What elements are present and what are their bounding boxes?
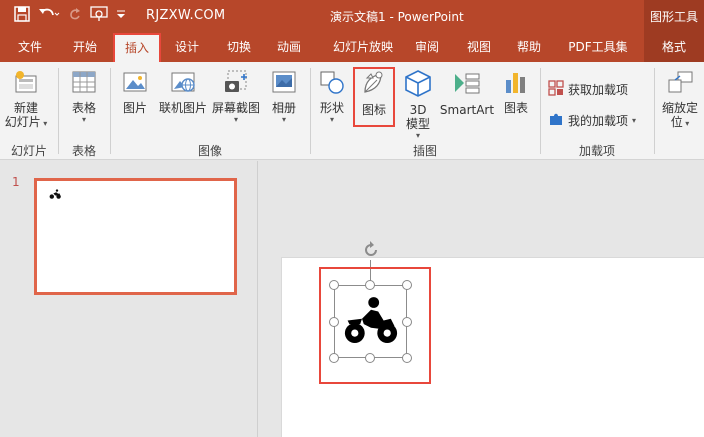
resize-handle-top[interactable] <box>365 280 375 290</box>
tab-animations[interactable]: 动画 <box>268 32 310 62</box>
resize-handle-bottom-left[interactable] <box>329 353 339 363</box>
slide-thumbnail[interactable] <box>34 178 237 295</box>
separator <box>110 68 111 154</box>
group-addins-label: 加载项 <box>578 144 615 158</box>
new-slide-label: 新建 <box>13 101 38 115</box>
window-title: 演示文稿1 - PowerPoint <box>330 10 464 24</box>
resize-handle-right[interactable] <box>402 317 412 327</box>
tab-file[interactable]: 文件 <box>10 32 50 62</box>
tab-help[interactable]: 帮助 <box>508 32 550 62</box>
slide-number: 1 <box>12 175 20 189</box>
online-picture-label: 联机图片 <box>158 101 207 115</box>
store-icon <box>548 80 564 99</box>
online-picture-button[interactable]: 联机图片 <box>156 68 210 115</box>
screenshot-icon <box>210 68 262 99</box>
motorcycle-icon <box>344 297 398 347</box>
shapes-button[interactable]: 形状 ▾ <box>314 68 350 125</box>
rotate-handle-icon[interactable] <box>361 240 381 263</box>
quick-access-toolbar <box>14 6 126 22</box>
3d-model-label2: 模型 <box>405 117 430 131</box>
group-slides-label: 幻灯片 <box>10 144 47 158</box>
3d-model-label: 3D <box>409 103 427 117</box>
ribbon-panel: 新建 幻灯片 ▾ 幻灯片 表格 ▾ 表格 图片 联机图片 屏幕截图 ▾ 相册 ▾… <box>0 62 704 160</box>
separator <box>58 68 59 154</box>
drawing-tools-label: 图形工具 <box>644 0 704 32</box>
new-slide-icon <box>4 68 48 99</box>
zoom-button[interactable]: 缩放定 位 ▾ <box>658 68 702 131</box>
shapes-label: 形状 <box>319 101 344 115</box>
title-bar: RJZXW.COM 演示文稿1 - PowerPoint 图形工具 <box>0 0 704 32</box>
resize-handle-left[interactable] <box>329 317 339 327</box>
screenshot-label: 屏幕截图 <box>211 101 260 115</box>
separator <box>540 68 541 154</box>
resize-handle-bottom-right[interactable] <box>402 353 412 363</box>
tab-home[interactable]: 开始 <box>64 32 106 62</box>
resize-handle-top-right[interactable] <box>402 280 412 290</box>
picture-button[interactable]: 图片 <box>116 68 154 115</box>
icons-insert-icon <box>356 68 392 101</box>
slide-editor <box>259 161 704 437</box>
3d-model-button[interactable]: 3D 模型 ▾ <box>400 68 436 141</box>
zoom-label: 缩放定 <box>661 101 698 115</box>
zoom-label2: 位 <box>670 115 683 129</box>
new-slide-label2: 幻灯片 <box>4 115 41 129</box>
photo-album-button[interactable]: 相册 ▾ <box>264 68 304 125</box>
zoom-icon <box>658 68 702 99</box>
smartart-icon <box>438 68 496 101</box>
chart-button[interactable]: 图表 <box>498 68 534 115</box>
save-icon[interactable] <box>14 6 30 22</box>
get-addins-label: 获取加载项 <box>568 83 629 97</box>
tab-transitions[interactable]: 切换 <box>218 32 260 62</box>
slide-thumbnails-pane: 1 <box>0 161 258 437</box>
my-addins-button[interactable]: 我的加载项 ▾ <box>548 111 636 130</box>
ribbon-tabs: 文件 开始 插入 设计 切换 动画 幻灯片放映 审阅 视图 帮助 PDF工具集 … <box>0 32 704 62</box>
tab-slideshow[interactable]: 幻灯片放映 <box>320 32 406 62</box>
table-icon <box>64 68 104 99</box>
get-addins-button[interactable]: 获取加载项 <box>548 80 628 99</box>
selected-icon-shape[interactable] <box>334 285 407 358</box>
cube-icon <box>400 68 436 101</box>
tab-pdf-tools[interactable]: PDF工具集 <box>560 32 636 62</box>
smartart-button[interactable]: SmartArt <box>438 68 496 117</box>
table-button[interactable]: 表格 ▾ <box>64 68 104 125</box>
undo-icon[interactable] <box>38 6 60 22</box>
motorcycle-icon <box>49 188 61 202</box>
group-illustrations-label: 插图 <box>412 144 437 158</box>
tab-design[interactable]: 设计 <box>166 32 208 62</box>
resize-handle-top-left[interactable] <box>329 280 339 290</box>
separator <box>654 68 655 154</box>
tab-format[interactable]: 格式 <box>644 32 704 62</box>
table-label: 表格 <box>71 101 96 115</box>
chart-icon <box>498 68 534 99</box>
my-addins-label: 我的加载项 <box>568 114 629 128</box>
chart-label: 图表 <box>503 101 528 115</box>
picture-label: 图片 <box>122 101 147 115</box>
picture-icon <box>116 68 154 99</box>
smartart-label: SmartArt <box>439 103 495 117</box>
album-label: 相册 <box>271 101 296 115</box>
shapes-icon <box>314 68 350 99</box>
screenshot-button[interactable]: 屏幕截图 ▾ <box>210 68 262 125</box>
group-tables-label: 表格 <box>71 144 96 158</box>
icons-label: 图标 <box>361 103 386 117</box>
redo-icon[interactable] <box>68 6 82 22</box>
tab-insert[interactable]: 插入 <box>115 35 159 62</box>
present-icon[interactable] <box>90 6 108 22</box>
puzzle-icon <box>548 111 564 130</box>
tab-review[interactable]: 审阅 <box>406 32 448 62</box>
icons-button[interactable]: 图标 <box>356 68 392 117</box>
separator <box>310 68 311 154</box>
tab-view[interactable]: 视图 <box>458 32 500 62</box>
online-picture-icon <box>156 68 210 99</box>
site-watermark: RJZXW.COM <box>146 8 226 23</box>
customize-qat-icon[interactable] <box>116 6 126 22</box>
photo-album-icon <box>264 68 304 99</box>
resize-handle-bottom[interactable] <box>365 353 375 363</box>
chevron-down-icon: ▾ <box>632 116 637 125</box>
group-images-label: 图像 <box>197 144 222 158</box>
new-slide-button[interactable]: 新建 幻灯片 ▾ <box>4 68 48 129</box>
